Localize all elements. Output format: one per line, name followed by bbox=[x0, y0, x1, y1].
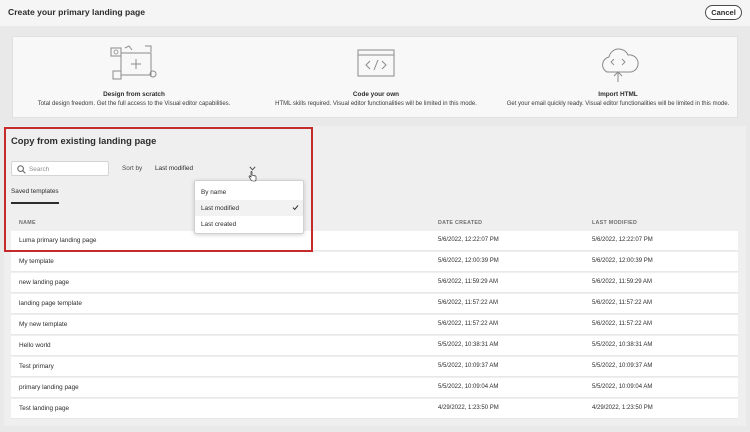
hand-cursor-icon bbox=[248, 171, 257, 182]
search-icon bbox=[17, 165, 26, 174]
table-row[interactable]: Luma primary landing page 5/6/2022, 12:2… bbox=[11, 231, 738, 251]
table-row[interactable]: new landing page 5/6/2022, 11:59:29 AM 5… bbox=[11, 273, 738, 293]
cell-date-created: 5/6/2022, 12:00:39 PM bbox=[438, 258, 499, 264]
sort-option-last-created[interactable]: Last created bbox=[195, 216, 303, 232]
cell-name: My new template bbox=[19, 321, 68, 328]
cell-name: Hello world bbox=[19, 342, 51, 349]
cell-last-modified: 5/5/2022, 10:09:37 AM bbox=[592, 363, 653, 369]
tab-saved-templates[interactable]: Saved templates bbox=[11, 188, 59, 195]
table-row[interactable]: Test primary 5/5/2022, 10:09:37 AM 5/5/2… bbox=[11, 357, 738, 377]
sort-picker[interactable]: Last modified bbox=[155, 163, 258, 174]
table-row[interactable]: My new template 5/6/2022, 11:57:22 AM 5/… bbox=[11, 315, 738, 335]
table-row[interactable]: landing page template 5/6/2022, 11:57:22… bbox=[11, 294, 738, 314]
cell-date-created: 5/5/2022, 10:09:04 AM bbox=[438, 384, 499, 390]
table-row[interactable]: My template 5/6/2022, 12:00:39 PM 5/6/20… bbox=[11, 252, 738, 272]
checkmark-icon bbox=[292, 205, 299, 211]
cell-name: new landing page bbox=[19, 279, 70, 286]
cell-last-modified: 4/29/2022, 1:23:50 PM bbox=[592, 405, 653, 411]
tab-selected-indicator bbox=[11, 202, 59, 204]
cell-name: Luma primary landing page bbox=[19, 237, 97, 244]
table-row[interactable]: Hello world 5/5/2022, 10:38:31 AM 5/5/20… bbox=[11, 336, 738, 356]
sort-dropdown-menu: By name Last modified Last created bbox=[194, 180, 304, 234]
sort-option-label: By name bbox=[201, 189, 227, 196]
cell-date-created: 5/5/2022, 10:38:31 AM bbox=[438, 342, 499, 348]
cell-name: primary landing page bbox=[19, 384, 79, 391]
cell-date-created: 4/29/2022, 1:23:50 PM bbox=[438, 405, 499, 411]
sort-option-label: Last created bbox=[201, 221, 237, 228]
cloud-upload-icon bbox=[602, 48, 639, 82]
dialog-header: Create your primary landing page Cancel bbox=[0, 0, 750, 26]
sort-option-label: Last modified bbox=[201, 205, 240, 212]
sort-option-last-modified[interactable]: Last modified bbox=[195, 200, 303, 216]
table-row[interactable]: primary landing page 5/5/2022, 10:09:04 … bbox=[11, 378, 738, 398]
cell-last-modified: 5/6/2022, 12:00:39 PM bbox=[592, 258, 653, 264]
column-header-date-created[interactable]: DATE CREATED bbox=[438, 220, 482, 226]
option-code-your-own[interactable]: Code your own HTML skills required. Visu… bbox=[255, 37, 497, 119]
cell-name: Test landing page bbox=[19, 405, 70, 412]
option-title: Design from scratch bbox=[103, 91, 165, 98]
cell-date-created: 5/6/2022, 11:59:29 AM bbox=[438, 279, 498, 285]
option-description: HTML skills required. Visual editor func… bbox=[275, 101, 477, 107]
option-design-from-scratch[interactable]: Design from scratch Total design freedom… bbox=[13, 37, 255, 119]
cell-last-modified: 5/5/2022, 10:38:31 AM bbox=[592, 342, 653, 348]
column-header-last-modified[interactable]: LAST MODIFIED bbox=[592, 220, 637, 226]
column-header-name[interactable]: NAME bbox=[19, 220, 36, 226]
table-row[interactable]: Test landing page 4/29/2022, 1:23:50 PM … bbox=[11, 399, 738, 419]
cell-date-created: 5/6/2022, 12:22:07 PM bbox=[438, 237, 499, 243]
cell-last-modified: 5/6/2022, 11:59:29 AM bbox=[592, 279, 652, 285]
cell-last-modified: 5/6/2022, 11:57:22 AM bbox=[592, 300, 652, 306]
cell-name: Test primary bbox=[19, 363, 54, 370]
code-window-icon bbox=[357, 49, 395, 77]
creation-options-panel: Design from scratch Total design freedom… bbox=[12, 36, 738, 118]
option-title: Code your own bbox=[352, 91, 400, 98]
sort-by-label: Sort by bbox=[122, 165, 143, 172]
sort-picker-value: Last modified bbox=[155, 165, 194, 172]
design-canvas-icon bbox=[110, 45, 157, 80]
cell-date-created: 5/5/2022, 10:09:37 AM bbox=[438, 363, 499, 369]
sort-option-by-name[interactable]: By name bbox=[195, 184, 303, 200]
option-description: Total design freedom. Get the full acces… bbox=[37, 101, 231, 107]
dialog-title: Create your primary landing page bbox=[8, 7, 146, 17]
cell-date-created: 5/6/2022, 11:57:22 AM bbox=[438, 321, 498, 327]
cell-last-modified: 5/6/2022, 11:57:22 AM bbox=[592, 321, 652, 327]
search-field[interactable] bbox=[11, 161, 109, 176]
option-title: Import HTML bbox=[598, 91, 638, 98]
cell-name: My template bbox=[19, 258, 54, 265]
cell-last-modified: 5/6/2022, 12:22:07 PM bbox=[592, 237, 653, 243]
cell-date-created: 5/6/2022, 11:57:22 AM bbox=[438, 300, 498, 306]
cancel-button[interactable]: Cancel bbox=[705, 5, 742, 20]
option-description: Get your email quickly ready. Visual edi… bbox=[506, 101, 730, 107]
cell-last-modified: 5/5/2022, 10:09:04 AM bbox=[592, 384, 653, 390]
cell-name: landing page template bbox=[19, 300, 82, 307]
search-input[interactable] bbox=[29, 163, 107, 175]
section-title: Copy from existing landing page bbox=[11, 135, 157, 146]
option-import-html[interactable]: Import HTML Get your email quickly ready… bbox=[497, 37, 739, 119]
